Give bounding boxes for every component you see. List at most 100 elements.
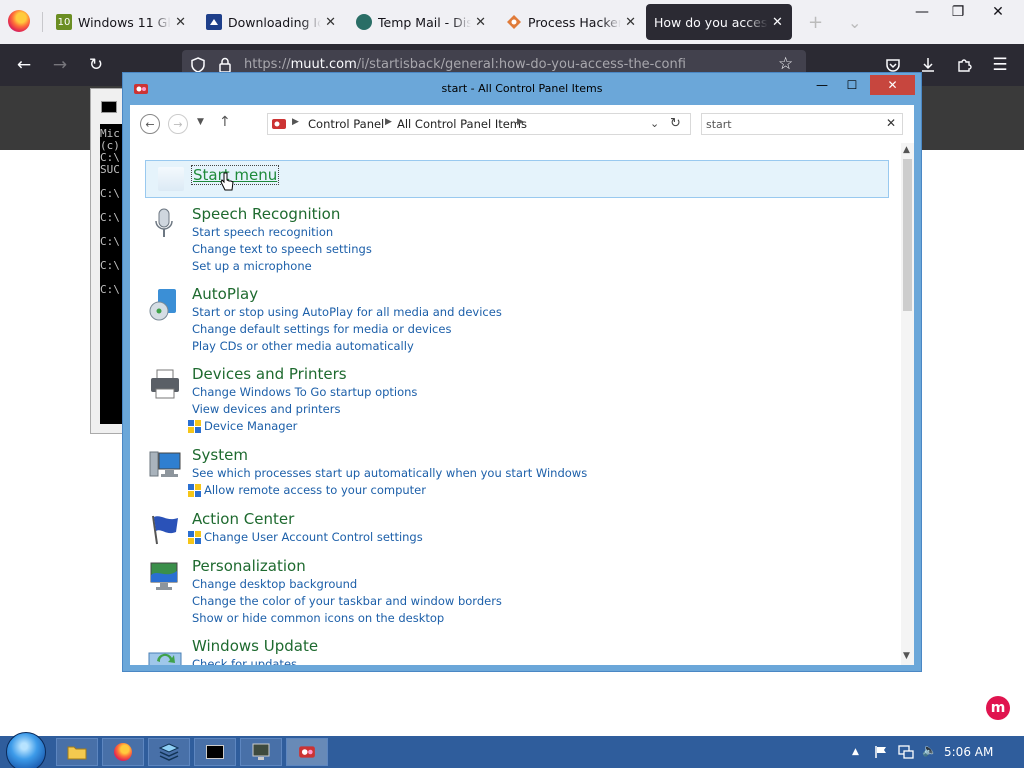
network-icon[interactable] bbox=[898, 745, 914, 759]
start-button[interactable] bbox=[6, 732, 46, 768]
task-link[interactable]: Start speech recognition bbox=[192, 225, 333, 239]
firefox-logo-icon[interactable] bbox=[8, 10, 30, 32]
task-link[interactable]: Set up a microphone bbox=[192, 259, 312, 273]
scrollbar-thumb[interactable] bbox=[903, 159, 912, 311]
tab-how-do-you-access[interactable]: How do you access th ✕ bbox=[646, 4, 792, 40]
forward-arrow-icon[interactable]: → bbox=[47, 52, 73, 78]
tab-close-icon[interactable]: ✕ bbox=[772, 15, 783, 30]
uac-shield-icon bbox=[188, 531, 201, 544]
start-menu-icon bbox=[158, 167, 184, 191]
lock-icon[interactable] bbox=[218, 57, 232, 73]
task-link[interactable]: Start or stop using AutoPlay for all med… bbox=[192, 305, 502, 319]
window-title: start - All Control Panel Items bbox=[441, 82, 603, 95]
taskbar-cmd[interactable] bbox=[194, 738, 236, 766]
personalization-monitor-icon bbox=[150, 562, 178, 590]
tab-downloading-icon[interactable]: Downloading Icon ✕ bbox=[198, 4, 344, 40]
layers-icon bbox=[159, 743, 179, 761]
task-link[interactable]: Change Windows To Go startup options bbox=[192, 385, 417, 399]
tab-title: Windows 11 Glow bbox=[78, 14, 171, 30]
refresh-icon[interactable]: ↻ bbox=[670, 116, 681, 131]
tab-list-button[interactable]: ⌄ bbox=[840, 4, 870, 40]
taskbar-clock[interactable]: 5:06 AM bbox=[944, 745, 993, 759]
window-close-icon[interactable]: ✕ bbox=[870, 75, 915, 95]
task-link-admin[interactable]: Change User Account Control settings bbox=[188, 530, 423, 544]
window-minimize-icon[interactable]: — bbox=[809, 75, 835, 95]
taskbar-monitor-app[interactable] bbox=[240, 738, 282, 766]
folder-icon bbox=[67, 746, 87, 760]
task-link[interactable]: Show or hide common icons on the desktop bbox=[192, 611, 444, 625]
results-scrollbar[interactable]: ▲ ▼ bbox=[901, 143, 914, 665]
scroll-down-arrow-icon[interactable]: ▼ bbox=[903, 651, 910, 661]
task-link[interactable]: Play CDs or other media automatically bbox=[192, 339, 414, 353]
tab-close-icon[interactable]: ✕ bbox=[175, 15, 186, 30]
window-title-bar[interactable]: start - All Control Panel Items — ☐ ✕ bbox=[123, 73, 921, 105]
address-dropdown-chevron-icon[interactable]: ⌄ bbox=[650, 117, 659, 130]
minimize-icon[interactable]: — bbox=[904, 0, 940, 24]
recent-locations-chevron-icon[interactable]: ▼ bbox=[197, 117, 204, 127]
hand-cursor-icon bbox=[220, 172, 234, 191]
breadcrumb-all-items[interactable]: All Control Panel Items bbox=[397, 117, 527, 131]
printer-icon bbox=[151, 369, 179, 399]
tab-favicon-icon: 10 bbox=[56, 14, 72, 30]
scroll-up-arrow-icon[interactable]: ▲ bbox=[903, 145, 910, 155]
new-tab-button[interactable]: + bbox=[800, 4, 830, 40]
forward-arrow-icon[interactable]: → bbox=[168, 114, 188, 134]
group-title[interactable]: Devices and Printers bbox=[192, 365, 347, 383]
tab-title: Process Hacker d bbox=[528, 14, 622, 30]
search-box[interactable]: ✕ bbox=[701, 113, 903, 135]
volume-icon[interactable]: 🔈 bbox=[922, 743, 937, 757]
group-title[interactable]: System bbox=[192, 446, 248, 464]
extensions-icon[interactable] bbox=[951, 52, 977, 78]
task-link[interactable]: View devices and printers bbox=[192, 402, 340, 416]
task-link[interactable]: Change the color of your taskbar and win… bbox=[192, 594, 502, 608]
address-bar[interactable]: ▶ Control Panel ▶ All Control Panel Item… bbox=[267, 113, 691, 135]
restore-icon[interactable]: ❐ bbox=[940, 0, 976, 24]
tab-process-hacker[interactable]: Process Hacker d ✕ bbox=[498, 4, 644, 40]
task-link[interactable]: Change desktop background bbox=[192, 577, 357, 591]
taskbar-stack-app[interactable] bbox=[148, 738, 190, 766]
taskbar-firefox[interactable] bbox=[102, 738, 144, 766]
task-link[interactable]: See which processes start up automatical… bbox=[192, 466, 587, 480]
muut-logo-icon[interactable]: m bbox=[986, 696, 1010, 720]
reload-icon[interactable]: ↻ bbox=[83, 52, 109, 78]
task-link[interactable]: Change default settings for media or dev… bbox=[192, 322, 451, 336]
task-link[interactable]: Change text to speech settings bbox=[192, 242, 372, 256]
group-title[interactable]: Action Center bbox=[192, 510, 294, 528]
tab-close-icon[interactable]: ✕ bbox=[475, 15, 486, 30]
taskbar-file-explorer[interactable] bbox=[56, 738, 98, 766]
window-content: ← → ▼ ↑ ▶ Control Panel ▶ All Control Pa… bbox=[130, 105, 914, 665]
back-arrow-icon[interactable]: ← bbox=[140, 114, 160, 134]
menu-hamburger-icon[interactable]: ☰ bbox=[987, 52, 1013, 78]
taskbar-control-panel[interactable] bbox=[286, 738, 328, 766]
group-title[interactable]: Personalization bbox=[192, 557, 306, 575]
control-panel-window[interactable]: start - All Control Panel Items — ☐ ✕ ← … bbox=[122, 72, 922, 672]
autoplay-icon bbox=[149, 289, 176, 321]
group-title[interactable]: Start menu bbox=[190, 165, 280, 185]
tab-close-icon[interactable]: ✕ bbox=[325, 15, 336, 30]
window-maximize-icon[interactable]: ☐ bbox=[839, 75, 865, 95]
group-title[interactable]: Speech Recognition bbox=[192, 205, 340, 223]
cmd-console[interactable]: Mic (c) C:\ SUC C:\ C:\ C:\ C:\ C:\ bbox=[100, 124, 124, 424]
search-input[interactable] bbox=[706, 116, 876, 132]
task-link-admin[interactable]: Allow remote access to your computer bbox=[188, 483, 426, 497]
tab-windows11-glow[interactable]: 10 Windows 11 Glow ✕ bbox=[48, 4, 194, 40]
task-link-admin[interactable]: Device Manager bbox=[188, 419, 297, 433]
tab-close-icon[interactable]: ✕ bbox=[625, 15, 636, 30]
group-title[interactable]: Windows Update bbox=[192, 637, 318, 655]
tab-temp-mail[interactable]: Temp Mail - Disp ✕ bbox=[348, 4, 494, 40]
breadcrumb-control-panel[interactable]: Control Panel bbox=[308, 117, 384, 131]
back-arrow-icon[interactable]: ← bbox=[11, 52, 37, 78]
control-panel-location-icon bbox=[272, 119, 286, 129]
close-icon[interactable]: ✕ bbox=[980, 0, 1016, 24]
bookmark-star-icon[interactable]: ☆ bbox=[778, 54, 793, 74]
search-clear-icon[interactable]: ✕ bbox=[886, 116, 896, 130]
group-title[interactable]: AutoPlay bbox=[192, 285, 258, 303]
action-center-tray-flag-icon[interactable] bbox=[874, 745, 888, 759]
tray-overflow-chevron-icon[interactable]: ▲ bbox=[852, 747, 859, 757]
selected-item-highlight[interactable]: Start menu bbox=[145, 160, 889, 198]
up-arrow-icon[interactable]: ↑ bbox=[219, 114, 231, 130]
shield-icon[interactable] bbox=[190, 57, 206, 73]
url-text: https://muut.com/i/startisback/general:h… bbox=[244, 57, 686, 72]
task-link[interactable]: Check for updates bbox=[192, 657, 297, 665]
microphone-icon bbox=[155, 208, 173, 237]
